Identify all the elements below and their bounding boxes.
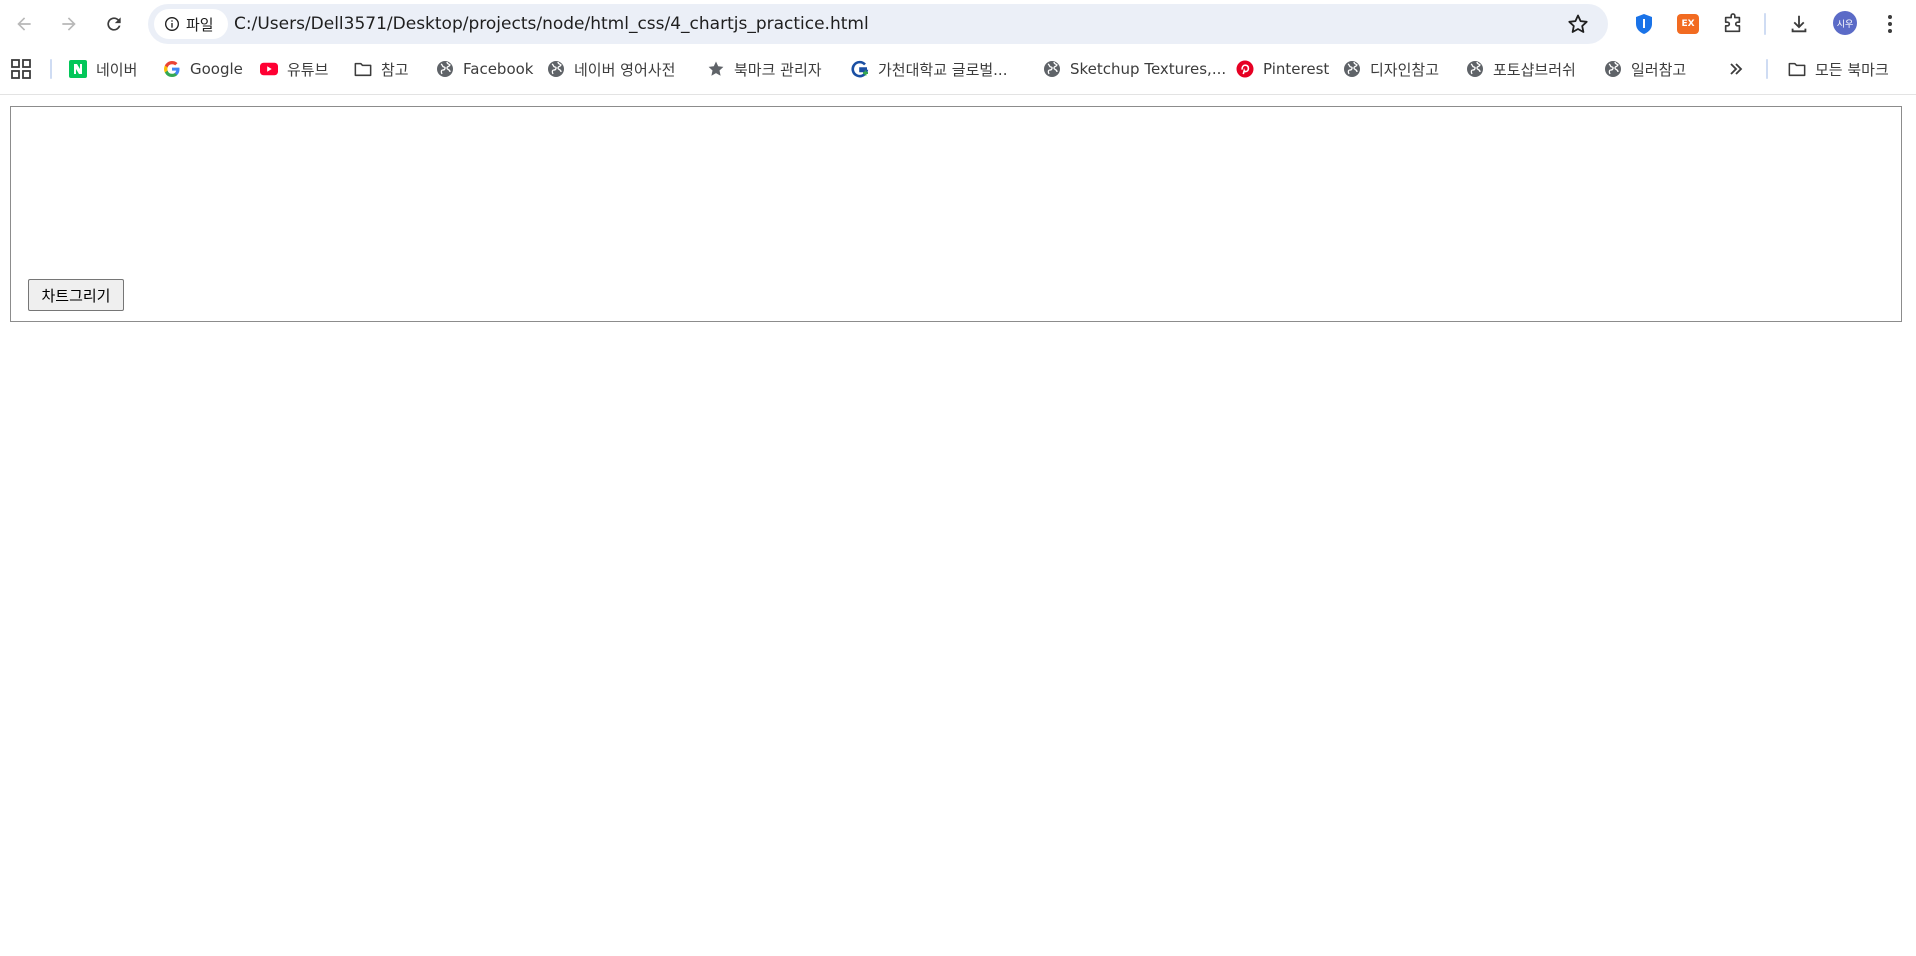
gachon-icon: [851, 60, 869, 78]
bookmark-label: 디자인참고: [1370, 60, 1440, 79]
bookmark-youtube[interactable]: 유튜브: [260, 49, 328, 89]
bookmark-naver-dictionary[interactable]: 네이버 영어사전: [547, 49, 675, 89]
downloads-button[interactable]: [1788, 13, 1810, 35]
bookmark-label: 가천대학교 글로벌...: [878, 60, 1008, 79]
forward-button[interactable]: [52, 7, 86, 41]
draw-chart-button[interactable]: 차트그리기: [28, 279, 124, 311]
all-bookmarks-folder[interactable]: 모든 북마크: [1788, 49, 1889, 89]
bookmark-design-reference[interactable]: 디자인참고: [1343, 49, 1439, 89]
bookmark-manager[interactable]: 북마크 관리자: [707, 49, 822, 89]
browser-toolbar: 파일 C:/Users/Dell3571/Desktop/projects/no…: [0, 0, 1916, 49]
globe-icon: [1466, 60, 1484, 78]
all-bookmarks-label: 모든 북마크: [1815, 60, 1889, 79]
globe-icon: [1604, 60, 1622, 78]
folder-icon: [1788, 60, 1806, 78]
arrow-left-icon: [17, 17, 31, 31]
bookmark-sketchup-textures[interactable]: Sketchup Textures,...: [1043, 49, 1226, 89]
download-icon: [1791, 15, 1807, 33]
ex-extension-icon: EX: [1677, 14, 1699, 34]
reload-button[interactable]: [97, 7, 131, 41]
bookmark-label: Facebook: [463, 60, 534, 78]
globe-icon: [1043, 60, 1061, 78]
bookmark-label: 네이버 영어사전: [574, 60, 676, 79]
globe-icon: [547, 60, 565, 78]
extensions-button[interactable]: [1722, 13, 1744, 35]
shield-icon: [1636, 14, 1652, 34]
bookmark-google[interactable]: Google: [163, 49, 243, 89]
ex-extension-button[interactable]: EX: [1677, 13, 1699, 35]
bookmark-label: Pinterest: [1263, 60, 1330, 78]
bookmark-illustrator-reference[interactable]: 일러참고: [1604, 49, 1686, 89]
star-icon: [707, 60, 725, 78]
url-text[interactable]: C:/Users/Dell3571/Desktop/projects/node/…: [234, 14, 869, 34]
folder-icon: [354, 60, 372, 78]
bookmarks-divider: [50, 59, 52, 79]
bookmarks-overflow-button[interactable]: [1728, 49, 1744, 89]
bookmark-folder-reference[interactable]: 참고: [354, 49, 409, 89]
profile-avatar[interactable]: 시우: [1833, 11, 1857, 35]
reload-icon: [107, 17, 121, 31]
bookmark-photoshop-brushes[interactable]: 포토샵브러쉬: [1466, 49, 1576, 89]
apps-grid-icon: [11, 59, 31, 79]
bookmark-label: Sketchup Textures,...: [1070, 60, 1227, 78]
puzzle-icon: [1724, 13, 1741, 33]
site-chip-label: 파일: [186, 15, 214, 34]
bookmark-pinterest[interactable]: Pinterest: [1236, 49, 1329, 89]
back-button[interactable]: [7, 7, 41, 41]
pinterest-icon: [1236, 60, 1254, 78]
bookmark-label: Google: [190, 60, 243, 78]
address-bar[interactable]: 파일 C:/Users/Dell3571/Desktop/projects/no…: [148, 4, 1608, 44]
bookmark-label: 참고: [381, 60, 409, 79]
bookmarks-divider: [1766, 59, 1768, 79]
bookmark-label: 북마크 관리자: [734, 60, 822, 79]
chart-container: 차트그리기: [10, 106, 1902, 322]
google-icon: [163, 60, 181, 78]
site-info-chip[interactable]: 파일: [154, 9, 228, 39]
double-chevron-right-icon: [1730, 63, 1743, 75]
apps-button[interactable]: [11, 49, 31, 89]
browser-menu-button[interactable]: [1879, 13, 1901, 35]
arrow-right-icon: [62, 17, 76, 31]
info-icon: [165, 17, 179, 31]
youtube-icon: [260, 60, 278, 78]
globe-icon: [1343, 60, 1361, 78]
bookmark-label: 네이버: [96, 60, 138, 79]
toolbar-divider: [1764, 13, 1766, 35]
password-manager-extension[interactable]: [1633, 13, 1655, 35]
bookmark-naver[interactable]: 네이버: [69, 49, 137, 89]
bookmarks-bar: 네이버 Google 유튜브 참고 Facebook 네이버 영어사전 북마크 …: [0, 49, 1916, 95]
globe-icon: [436, 60, 454, 78]
bookmark-facebook[interactable]: Facebook: [436, 49, 533, 89]
bookmark-gachon[interactable]: 가천대학교 글로벌...: [851, 49, 1007, 89]
naver-icon: [69, 60, 87, 78]
bookmark-label: 유튜브: [287, 60, 329, 79]
kebab-menu-icon: [1888, 15, 1892, 33]
bookmark-label: 포토샵브러쉬: [1493, 60, 1576, 79]
star-outline-icon[interactable]: [1566, 12, 1590, 36]
bookmark-label: 일러참고: [1631, 60, 1687, 79]
